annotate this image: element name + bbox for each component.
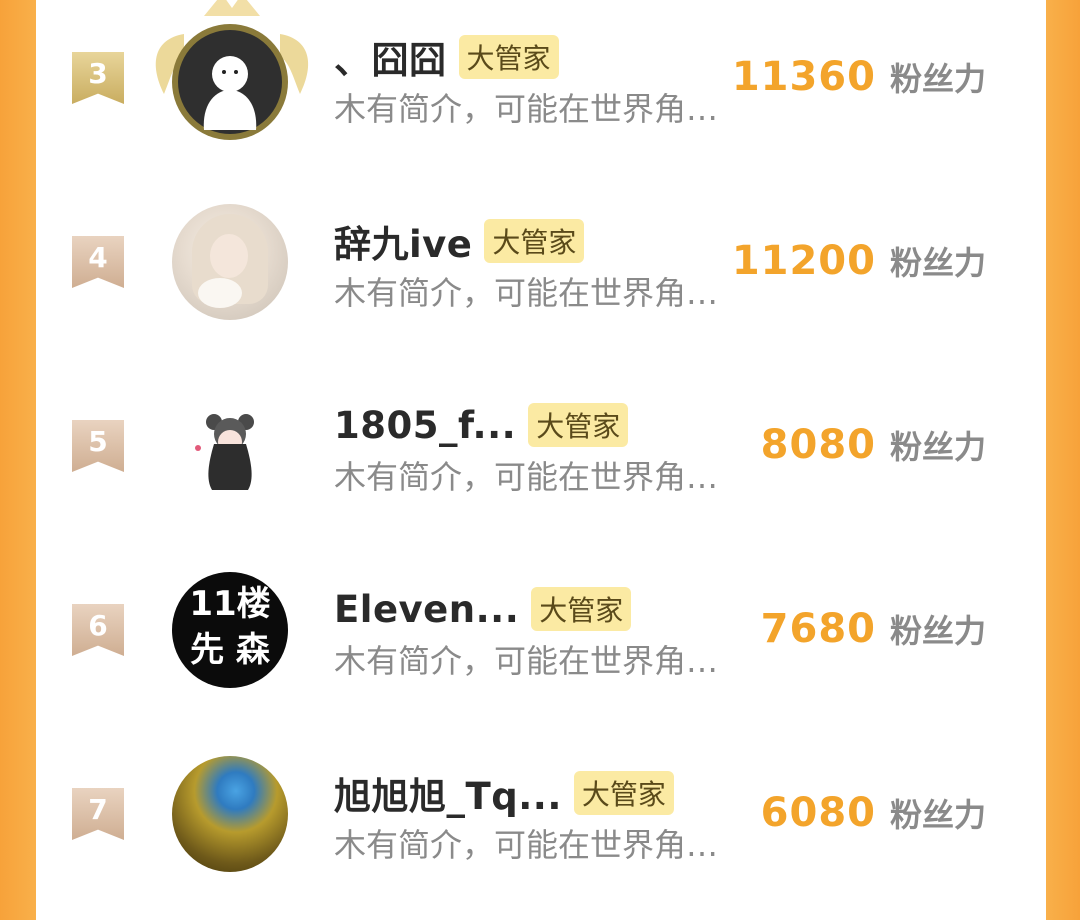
fan-score: 11360 [731, 54, 876, 100]
rank-ribbon-icon: 6 [72, 604, 124, 656]
fan-score: 6080 [760, 790, 876, 836]
avatar[interactable] [172, 24, 288, 140]
list-item[interactable]: 5 1805_f... 大管家 木有简介，可能在世界角… 8080 粉丝力 [36, 368, 1046, 552]
username[interactable]: 辞九ive [334, 214, 472, 268]
rank-ribbon-icon: 4 [72, 236, 124, 288]
username[interactable]: 1805_f... [334, 404, 516, 447]
rank-ribbon-icon: 5 [72, 420, 124, 472]
fan-score: 11200 [731, 238, 876, 284]
fan-score-unit: 粉丝力 [889, 244, 986, 282]
rank-ribbon-icon: 3 [72, 52, 124, 104]
rank-ribbon-icon: 7 [72, 788, 124, 840]
fan-score: 7680 [760, 606, 876, 652]
user-bio: 木有简介，可能在世界角… [334, 90, 719, 128]
username[interactable]: 旭旭旭_Tq... [334, 766, 562, 820]
fan-score-unit: 粉丝力 [889, 796, 986, 834]
user-bio: 木有简介，可能在世界角… [334, 274, 719, 312]
role-badge: 大管家 [528, 403, 629, 447]
avatar[interactable] [172, 756, 288, 872]
avatar[interactable] [172, 388, 288, 504]
avatar-text-line-2: 先 森 [190, 630, 270, 670]
user-bio: 木有简介，可能在世界角… [334, 642, 719, 680]
role-badge: 大管家 [531, 587, 632, 631]
user-bio: 木有简介，可能在世界角… [334, 458, 719, 496]
fan-score: 8080 [760, 422, 876, 468]
fan-score-unit: 粉丝力 [889, 428, 986, 466]
list-item[interactable]: 3 、囧囧 大管家 木有简介，可能在世界角… 11360 粉丝力 [36, 0, 1046, 184]
username[interactable]: Eleven... [334, 588, 519, 631]
avatar-text-line-1: 11楼 [189, 584, 271, 624]
fan-score-unit: 粉丝力 [889, 60, 986, 98]
fan-score-unit: 粉丝力 [889, 612, 986, 650]
role-badge: 大管家 [573, 771, 674, 815]
list-item[interactable]: 6 11楼 先 森 Eleven... 大管家 木有简介，可能在世界角… 768… [36, 552, 1046, 736]
avatar[interactable] [172, 204, 288, 320]
role-badge: 大管家 [458, 35, 559, 79]
ranking-panel: 3 、囧囧 大管家 木有简介，可能在世界角… 11360 粉丝力 4 辞九ive… [36, 0, 1046, 872]
list-item[interactable]: 4 辞九ive 大管家 木有简介，可能在世界角… 11200 粉丝力 [36, 184, 1046, 368]
list-item[interactable]: 7 旭旭旭_Tq... 大管家 木有简介，可能在世界角… 6080 粉丝力 [36, 736, 1046, 920]
role-badge: 大管家 [484, 219, 585, 263]
avatar[interactable]: 11楼 先 森 [172, 572, 288, 688]
user-bio: 木有简介，可能在世界角… [334, 826, 719, 864]
username[interactable]: 、囧囧 [334, 30, 447, 84]
